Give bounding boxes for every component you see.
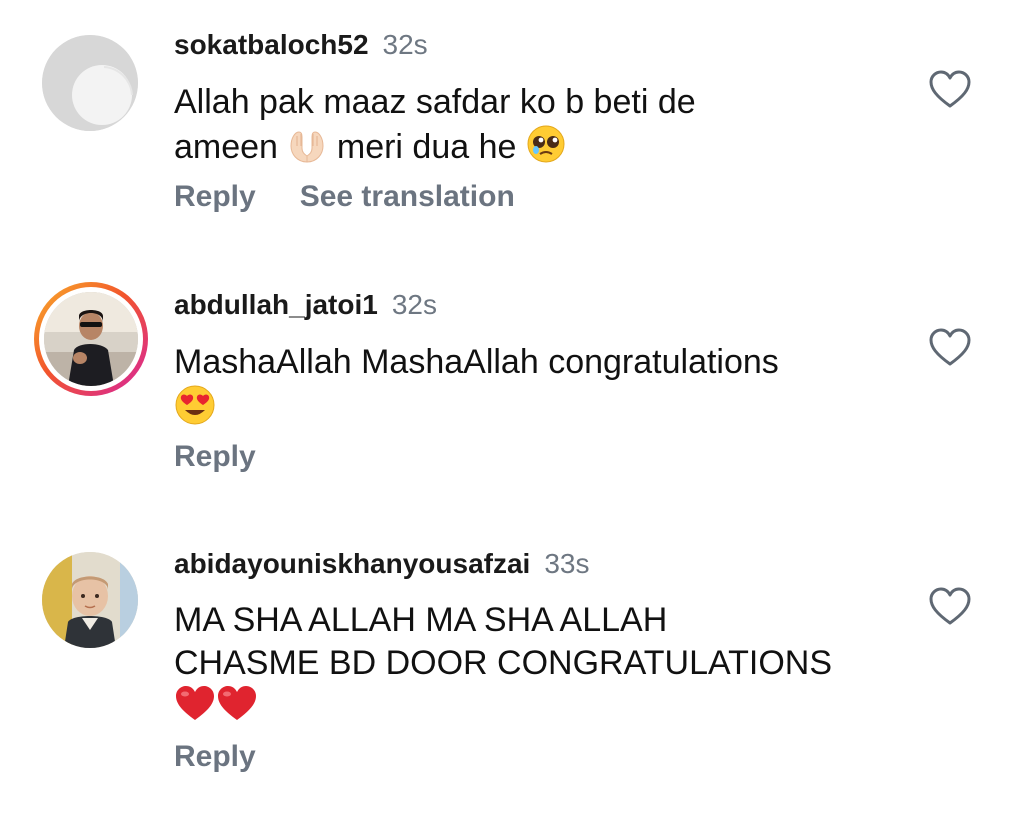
comment-text-segment: ameen	[174, 128, 278, 166]
comment-actions: Reply	[174, 440, 256, 474]
timestamp: 33s	[544, 548, 590, 579]
comment-text-line: Allah pak maaz safdar ko b beti de	[174, 83, 696, 121]
comment-item: sokatbaloch52 32s Allah pak maaz safdar k…	[0, 0, 1024, 260]
comment-text: Allah pak maaz safdar ko b beti de ameen…	[174, 81, 894, 175]
heart-eyes-face-icon	[174, 384, 216, 437]
comment-meta: sokatbaloch52 32s	[174, 28, 428, 62]
comment-text-line: MashaAllah MashaAllah congratulations	[174, 343, 779, 381]
pleading-face-icon	[526, 124, 566, 175]
like-heart-icon[interactable]	[928, 70, 972, 110]
comment-text-line: CHASME BD DOOR CONGRATULATIONS	[174, 644, 833, 682]
avatar[interactable]	[42, 35, 138, 131]
reply-button[interactable]: Reply	[174, 740, 256, 773]
red-heart-icon	[216, 685, 258, 734]
comment-text-line	[174, 384, 894, 437]
comment-item: abdullah_jatoi1 32s MashaAllah MashaAllah…	[0, 260, 1024, 520]
red-heart-icon	[174, 685, 216, 734]
username[interactable]: abdullah_jatoi1	[174, 289, 378, 320]
comment-text: MA SHA ALLAH MA SHA ALLAH CHASME BD DOOR…	[174, 599, 894, 734]
timestamp: 32s	[382, 29, 428, 60]
comment-actions: Reply	[174, 740, 256, 774]
praying-hands-icon	[287, 128, 327, 175]
like-heart-icon[interactable]	[928, 587, 972, 627]
reply-button[interactable]: Reply	[174, 440, 256, 473]
username[interactable]: abidayouniskhanyousafzai	[174, 548, 530, 579]
comment-text-segment: meri dua he	[336, 128, 517, 166]
comment-actions: Reply See translation	[174, 180, 515, 214]
comment-meta: abidayouniskhanyousafzai 33s	[174, 547, 589, 581]
like-heart-icon[interactable]	[928, 328, 972, 368]
profile-photo	[44, 292, 138, 386]
reply-button[interactable]: Reply	[174, 180, 256, 213]
comment-text-line	[174, 685, 894, 734]
comment-meta: abdullah_jatoi1 32s	[174, 288, 437, 322]
username[interactable]: sokatbaloch52	[174, 29, 369, 60]
comment-text-line: ameen meri dua he	[174, 124, 894, 175]
timestamp: 32s	[391, 289, 437, 320]
comment-text-line: MA SHA ALLAH MA SHA ALLAH	[174, 601, 668, 639]
comment-item: abidayouniskhanyousafzai 33s MA SHA ALLAH…	[0, 520, 1024, 821]
avatar[interactable]	[42, 552, 138, 648]
comment-text: MashaAllah MashaAllah congratulations	[174, 341, 894, 437]
avatar[interactable]	[34, 282, 148, 396]
see-translation-button[interactable]: See translation	[300, 180, 515, 213]
